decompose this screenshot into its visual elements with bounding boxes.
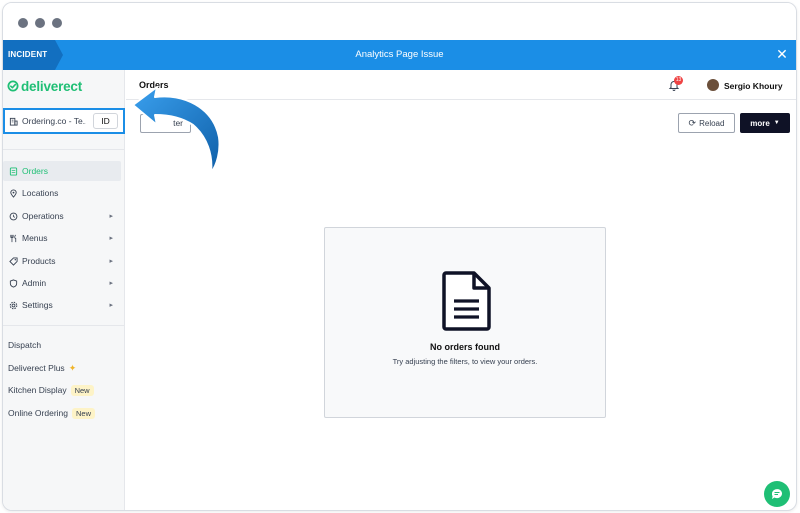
sidebar-item-label: Kitchen Display — [8, 385, 67, 395]
brand-name: deliverect — [21, 78, 83, 94]
sidebar-item-admin[interactable]: Admin ▸ — [3, 273, 121, 293]
empty-state-card: No orders found Try adjusting the filter… — [324, 227, 606, 418]
more-button[interactable]: more ▼ — [740, 113, 790, 133]
brand-logo[interactable]: deliverect — [7, 78, 82, 94]
sidebar-item-label: Operations — [22, 211, 64, 221]
sidebar-item-settings[interactable]: Settings ▸ — [3, 295, 121, 315]
sidebar-item-label: Deliverect Plus — [8, 363, 65, 373]
sidebar-item-label: Online Ordering — [8, 408, 69, 418]
sidebar-item-label: Menus — [22, 233, 48, 243]
account-selector[interactable]: Ordering.co - Te... ID — [3, 108, 125, 134]
window-dot-icon[interactable] — [52, 18, 62, 28]
sidebar-item-menus[interactable]: Menus ▸ — [3, 228, 121, 248]
sidebar-item-label: Admin — [22, 278, 47, 288]
operations-icon — [8, 211, 18, 221]
chevron-right-icon: ▸ — [109, 302, 113, 309]
incident-title[interactable]: Analytics Page Issue — [3, 40, 796, 70]
sidebar-item-dispatch[interactable]: Dispatch — [8, 337, 41, 353]
browser-window: INCIDENT Analytics Page Issue ✕ delivere… — [2, 2, 797, 511]
sidebar-item-locations[interactable]: Locations — [3, 183, 121, 203]
cutlery-icon — [8, 233, 18, 243]
building-icon — [9, 117, 18, 126]
sparkle-icon: ✦ — [68, 362, 77, 373]
gear-icon — [8, 300, 18, 310]
reload-button[interactable]: ⟳ Reload — [678, 113, 735, 133]
sidebar-divider — [3, 325, 125, 326]
sidebar-item-deliverect-plus[interactable]: Deliverect Plus ✦ — [8, 360, 76, 376]
location-pin-icon — [8, 188, 18, 198]
sidebar: deliverect Ordering.co - Te... ID Orders… — [3, 70, 125, 510]
empty-state-subtitle: Try adjusting the filters, to view your … — [392, 357, 538, 366]
user-name[interactable]: Sergio Khoury — [724, 81, 783, 91]
page-title: Orders — [139, 80, 169, 90]
chevron-right-icon: ▸ — [109, 280, 113, 287]
sidebar-item-online-ordering[interactable]: Online Ordering New — [8, 405, 96, 421]
window-titlebar — [3, 3, 796, 40]
top-bar: Orders 13 Sergio Khoury — [126, 70, 796, 100]
close-icon[interactable]: ✕ — [774, 46, 790, 62]
refresh-icon: ⟳ — [688, 117, 697, 128]
more-label: more — [750, 118, 770, 128]
chevron-down-icon: ▼ — [773, 120, 780, 126]
avatar[interactable] — [707, 79, 719, 91]
chat-button[interactable] — [764, 481, 790, 507]
orders-icon — [8, 166, 18, 176]
tag-icon — [8, 256, 18, 266]
account-name: Ordering.co - Te... — [22, 116, 86, 126]
sidebar-divider — [3, 149, 125, 150]
sidebar-item-label: Settings — [22, 300, 53, 310]
chevron-right-icon: ▸ — [109, 213, 113, 220]
reload-label: Reload — [699, 118, 725, 128]
sidebar-item-orders[interactable]: Orders — [3, 161, 121, 181]
window-dot-icon[interactable] — [18, 18, 28, 28]
sidebar-item-operations[interactable]: Operations ▸ — [3, 206, 121, 226]
document-icon — [442, 271, 491, 331]
account-id-button[interactable]: ID — [93, 113, 118, 129]
sidebar-item-kitchen-display[interactable]: Kitchen Display New — [8, 382, 94, 398]
new-badge: New — [72, 407, 96, 419]
chat-icon — [771, 489, 782, 499]
main-content: Orders 13 Sergio Khoury ter ⟳ Reload mor… — [126, 70, 796, 510]
filter-button[interactable]: ter — [140, 114, 191, 133]
sidebar-item-label: Dispatch — [8, 340, 42, 350]
incident-banner: INCIDENT Analytics Page Issue ✕ — [3, 40, 796, 70]
shield-icon — [8, 278, 18, 288]
chevron-right-icon: ▸ — [109, 258, 113, 265]
chevron-right-icon: ▸ — [109, 235, 113, 242]
sidebar-item-label: Locations — [22, 188, 59, 198]
deliverect-logo-icon — [7, 80, 19, 92]
notification-badge: 13 — [674, 76, 683, 85]
window-dot-icon[interactable] — [35, 18, 45, 28]
empty-state-title: No orders found — [430, 342, 500, 352]
sidebar-item-products[interactable]: Products ▸ — [3, 251, 121, 271]
sidebar-item-label: Orders — [22, 166, 48, 176]
sidebar-item-label: Products — [22, 256, 56, 266]
new-badge: New — [70, 384, 94, 396]
